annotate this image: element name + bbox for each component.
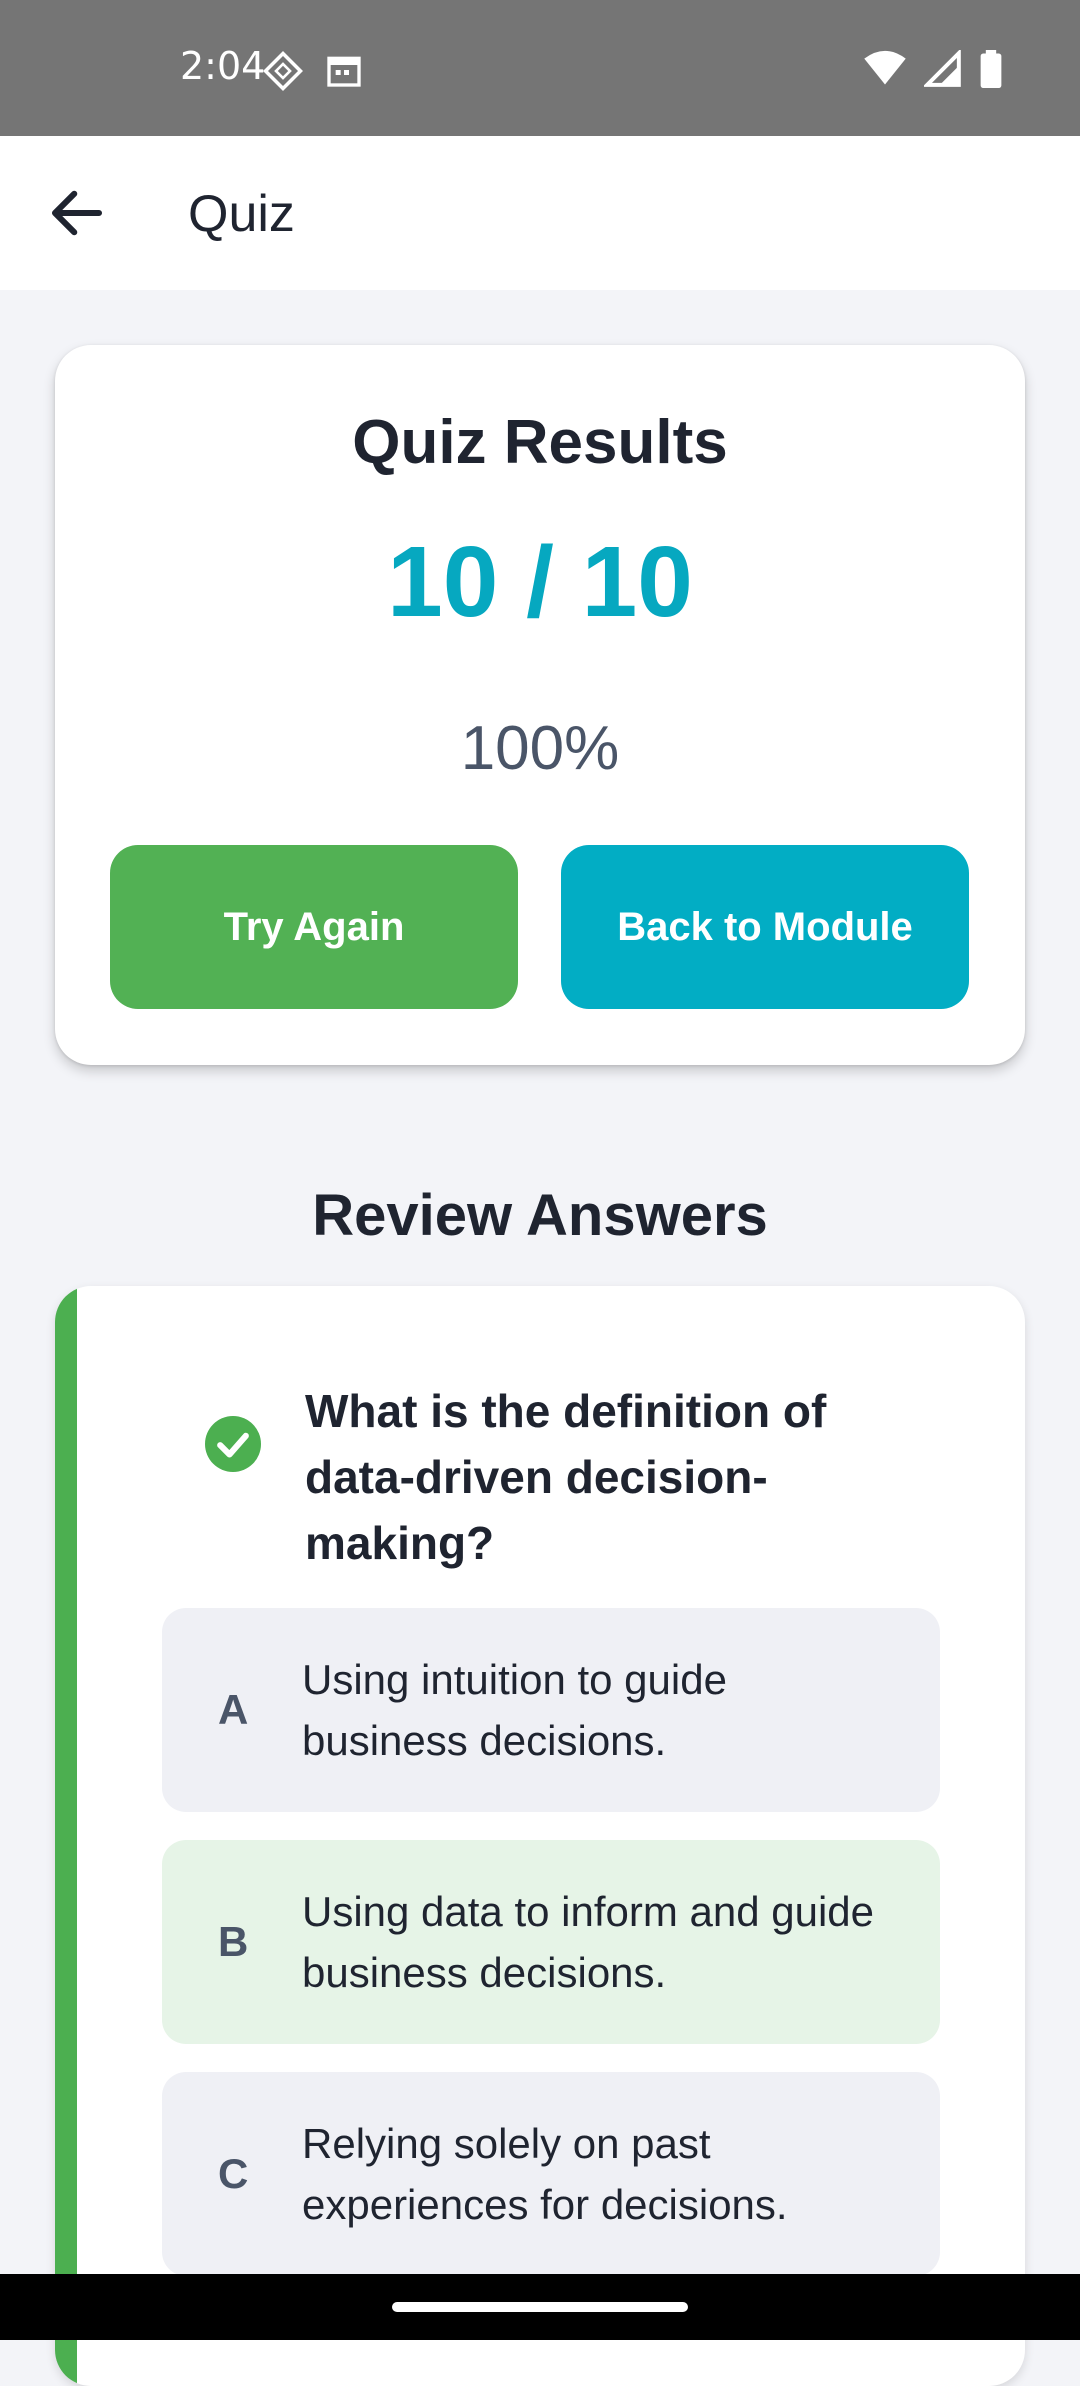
- option-text: Using data to inform and guide business …: [302, 1888, 875, 1996]
- status-left-icons: [262, 50, 364, 97]
- results-score: 10 / 10: [387, 526, 693, 638]
- results-title: Quiz Results: [352, 408, 728, 477]
- page-title: Quiz: [188, 185, 295, 243]
- battery-icon: [980, 50, 1002, 93]
- app-bar: Quiz: [0, 136, 1080, 290]
- status-right-icons: [864, 48, 1002, 93]
- option-letter: B: [218, 1918, 249, 1965]
- try-again-button[interactable]: Try Again: [110, 845, 518, 1009]
- answer-option-b: B Using data to inform and guide busines…: [162, 1840, 940, 2044]
- option-letter: C: [218, 2150, 249, 2197]
- option-letter: A: [218, 1686, 249, 1733]
- signal-icon: [922, 48, 962, 93]
- check-circle-icon: [205, 1416, 261, 1472]
- status-bar: 2:04: [0, 0, 1080, 136]
- answer-option-a: A Using intuition to guide business deci…: [162, 1608, 940, 1812]
- status-time: 2:04: [180, 44, 266, 88]
- option-text: Using intuition to guide business decisi…: [302, 1656, 727, 1764]
- wifi-icon: [864, 50, 906, 93]
- back-to-module-button[interactable]: Back to Module: [561, 845, 969, 1009]
- home-indicator[interactable]: [392, 2302, 688, 2312]
- results-card: Quiz Results 10 / 10 100% Try Again Back…: [55, 345, 1025, 1065]
- results-percent: 100%: [460, 714, 620, 783]
- correct-accent-bar: [55, 1286, 77, 2386]
- question-text: What is the definition of data-driven de…: [305, 1385, 827, 1569]
- answer-option-c: C Relying solely on past experiences for…: [162, 2072, 940, 2276]
- arrow-back-icon[interactable]: [44, 180, 110, 246]
- system-nav-bar: [0, 2274, 1080, 2340]
- option-text: Relying solely on past experiences for d…: [302, 2120, 788, 2228]
- review-section-title: Review Answers: [312, 1183, 768, 1248]
- calendar-icon: [324, 50, 364, 97]
- review-question-card: What is the definition of data-driven de…: [55, 1286, 1025, 2386]
- sync-diamond-icon: [262, 50, 304, 97]
